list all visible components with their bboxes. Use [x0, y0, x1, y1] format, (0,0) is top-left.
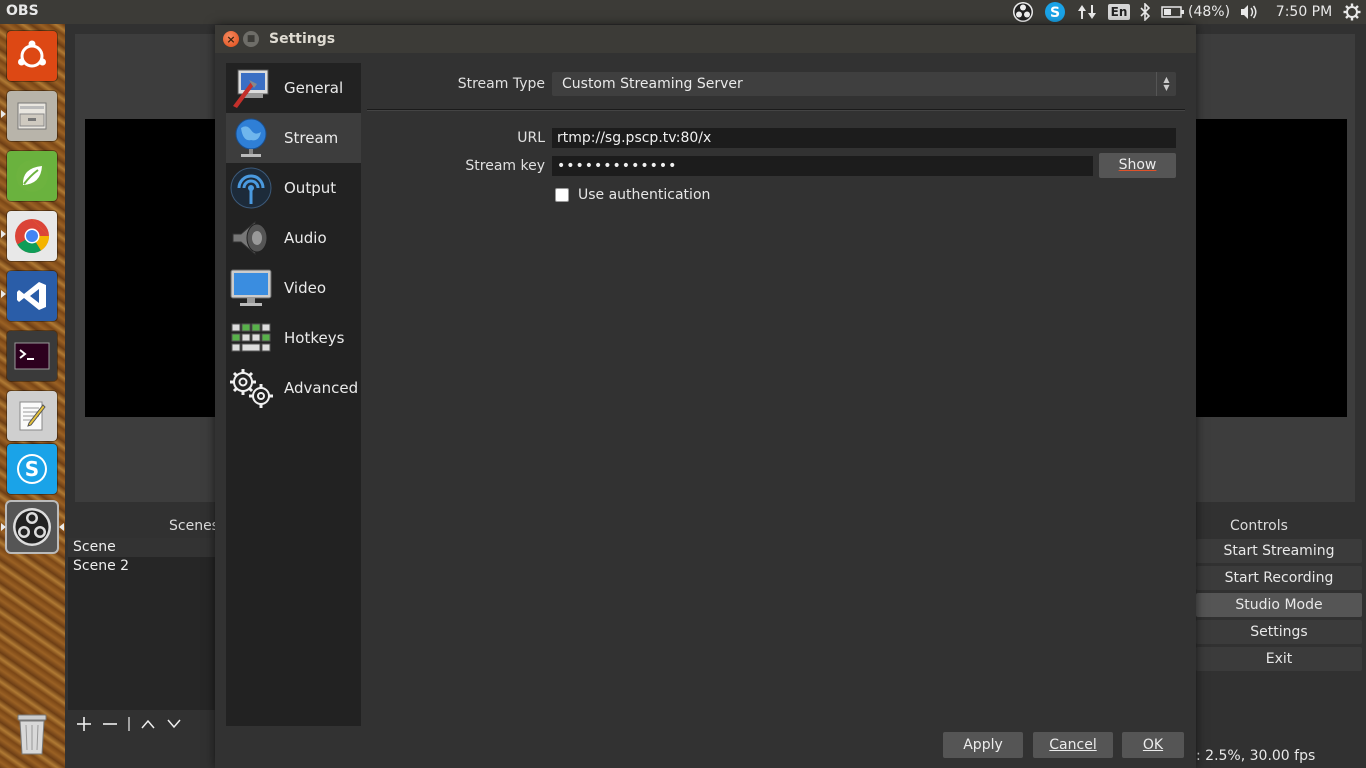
- cancel-button[interactable]: Cancel: [1033, 732, 1113, 758]
- output-icon: [226, 163, 276, 213]
- app-title: OBS: [6, 3, 39, 19]
- gears-icon: [226, 363, 276, 413]
- sidebar-item-label: Hotkeys: [284, 329, 345, 347]
- running-indicator: [1, 523, 6, 531]
- divider: [367, 109, 1185, 111]
- visual-studio-code-icon[interactable]: [7, 271, 57, 321]
- minimize-window-button[interactable]: ■: [243, 31, 259, 47]
- spring-tool-suite-icon[interactable]: [7, 151, 57, 201]
- use-authentication-label: Use authentication: [578, 187, 711, 203]
- toolbar-separator: [126, 714, 132, 734]
- launcher: S: [0, 24, 65, 768]
- url-label: URL: [517, 130, 545, 146]
- terminal-icon[interactable]: [7, 331, 57, 381]
- close-window-button[interactable]: ×: [223, 31, 239, 47]
- svg-text:S: S: [1050, 5, 1060, 21]
- scene-item[interactable]: Scene: [68, 538, 215, 557]
- running-indicator: [1, 290, 6, 298]
- network-icon[interactable]: [1076, 0, 1098, 24]
- stream-key-input[interactable]: •••••••••••••: [552, 156, 1093, 176]
- ok-button[interactable]: OK: [1122, 732, 1184, 758]
- settings-title: Settings: [269, 31, 336, 47]
- files-icon[interactable]: [7, 91, 57, 141]
- obs-tray-icon[interactable]: [1011, 0, 1035, 24]
- settings-dialog: × ■ Settings General Stream Output Audio…: [215, 25, 1196, 768]
- move-scene-up-button[interactable]: [138, 714, 158, 734]
- start-recording-button[interactable]: Start Recording: [1196, 566, 1362, 590]
- scene-item[interactable]: Scene 2: [68, 557, 215, 576]
- stream-key-label: Stream key: [465, 158, 545, 174]
- chrome-icon[interactable]: [7, 211, 57, 261]
- scenes-list[interactable]: Scene Scene 2: [68, 538, 215, 710]
- battery-indicator[interactable]: (48%): [1161, 0, 1231, 24]
- settings-sidebar: General Stream Output Audio Video Hotkey…: [226, 63, 361, 726]
- sidebar-item-general[interactable]: General: [226, 63, 361, 113]
- move-scene-down-button[interactable]: [164, 714, 184, 734]
- sidebar-item-label: Advanced: [284, 379, 359, 397]
- show-key-button[interactable]: Show: [1099, 153, 1176, 178]
- settings-titlebar[interactable]: × ■ Settings: [215, 25, 1196, 53]
- trash-icon[interactable]: [7, 709, 57, 759]
- volume-icon[interactable]: [1238, 0, 1260, 24]
- speaker-icon: [226, 213, 276, 263]
- skype-icon[interactable]: S: [7, 444, 57, 494]
- url-input[interactable]: [552, 128, 1176, 148]
- sidebar-item-label: Stream: [284, 129, 339, 147]
- sidebar-item-label: Output: [284, 179, 337, 197]
- sidebar-item-video[interactable]: Video: [226, 263, 361, 313]
- scenes-title: Scenes: [169, 518, 219, 534]
- clock[interactable]: 7:50 PM: [1274, 0, 1334, 24]
- sidebar-item-output[interactable]: Output: [226, 163, 361, 213]
- controls-title: Controls: [1230, 518, 1288, 534]
- sidebar-item-label: Audio: [284, 229, 327, 247]
- remove-scene-button[interactable]: [100, 714, 120, 734]
- general-icon: [226, 63, 276, 113]
- exit-button[interactable]: Exit: [1196, 647, 1362, 671]
- text-editor-icon[interactable]: [7, 391, 57, 441]
- running-indicator: [1, 110, 6, 118]
- settings-button[interactable]: Settings: [1196, 620, 1362, 644]
- sidebar-item-hotkeys[interactable]: Hotkeys: [226, 313, 361, 363]
- sidebar-item-audio[interactable]: Audio: [226, 213, 361, 263]
- use-authentication-row[interactable]: Use authentication: [555, 187, 710, 203]
- sidebar-item-stream[interactable]: Stream: [226, 113, 361, 163]
- select-arrows-icon: ▲ ▼: [1156, 72, 1176, 96]
- svg-text:S: S: [25, 457, 39, 481]
- studio-mode-button[interactable]: Studio Mode: [1196, 593, 1362, 617]
- battery-percent: (48%): [1188, 4, 1231, 20]
- scenes-toolbar: [68, 710, 215, 738]
- sidebar-item-label: General: [284, 79, 344, 97]
- battery-icon: [1161, 6, 1184, 18]
- start-streaming-button[interactable]: Start Streaming: [1196, 539, 1362, 563]
- close-icon: ×: [226, 32, 236, 46]
- stream-type-value: Custom Streaming Server: [562, 76, 743, 92]
- power-gear-icon[interactable]: [1340, 0, 1364, 24]
- stream-globe-icon: [226, 113, 276, 163]
- sidebar-item-advanced[interactable]: Advanced: [226, 363, 361, 413]
- bluetooth-icon[interactable]: [1136, 0, 1154, 24]
- running-indicator: [1, 230, 6, 238]
- minimize-icon: ■: [246, 34, 256, 44]
- keyboard-icon: [226, 313, 276, 363]
- monitor-icon: [226, 263, 276, 313]
- skype-tray-icon[interactable]: S: [1043, 0, 1067, 24]
- stream-type-label: Stream Type: [457, 76, 545, 92]
- focused-indicator: [59, 523, 64, 531]
- use-authentication-checkbox[interactable]: [555, 188, 569, 202]
- cpu-fps-status: : 2.5%, 30.00 fps: [1196, 748, 1316, 764]
- add-scene-button[interactable]: [74, 714, 94, 734]
- stream-type-select[interactable]: Custom Streaming Server ▲ ▼: [552, 72, 1176, 96]
- ubuntu-dash-icon[interactable]: [7, 31, 57, 81]
- obs-studio-icon[interactable]: [7, 502, 57, 552]
- apply-button[interactable]: Apply: [943, 732, 1023, 758]
- sidebar-item-label: Video: [284, 279, 327, 297]
- top-panel: OBS S En (48%) 7:50 PM: [0, 0, 1366, 24]
- keyboard-language-indicator[interactable]: En: [1107, 0, 1131, 24]
